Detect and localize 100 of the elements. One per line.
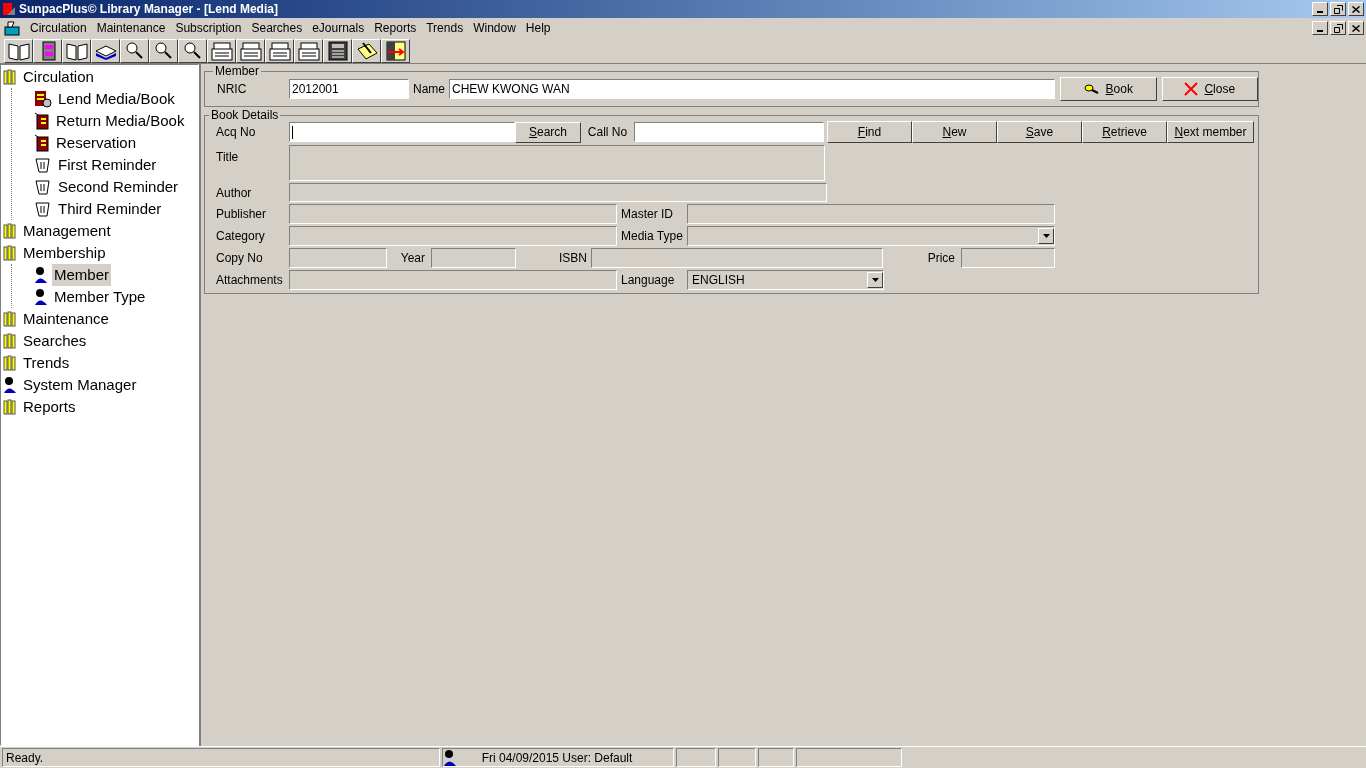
text-field[interactable] bbox=[634, 122, 824, 142]
menu-item[interactable]: Subscription bbox=[170, 19, 247, 37]
field-label: ISBN bbox=[559, 250, 587, 267]
toolbar-button[interactable] bbox=[62, 38, 91, 63]
close-icon bbox=[1352, 24, 1360, 32]
text-field[interactable] bbox=[289, 122, 515, 142]
toolbar-button[interactable] bbox=[294, 38, 323, 63]
toolbar-button[interactable] bbox=[323, 38, 352, 63]
book-icon bbox=[64, 40, 89, 61]
toolbar-button[interactable] bbox=[207, 38, 236, 63]
books-icon bbox=[3, 223, 17, 239]
close-icon bbox=[1352, 5, 1360, 13]
tree-item[interactable]: Reports bbox=[21, 395, 78, 419]
printer-icon bbox=[209, 40, 234, 61]
close-icon bbox=[1184, 82, 1199, 96]
field-label: Year bbox=[400, 250, 425, 267]
toolbar-button[interactable] bbox=[236, 38, 265, 63]
person-icon bbox=[443, 748, 457, 767]
tree-item[interactable]: Trends bbox=[21, 351, 72, 375]
menu-item[interactable]: Circulation bbox=[25, 19, 92, 37]
person-icon bbox=[34, 266, 48, 284]
text-field[interactable] bbox=[289, 248, 387, 268]
minimize-button[interactable] bbox=[1312, 2, 1328, 16]
action-button[interactable]: Next member bbox=[1167, 121, 1254, 143]
tree-item[interactable]: Management bbox=[21, 219, 113, 243]
close-button[interactable] bbox=[1348, 21, 1364, 35]
bin-icon bbox=[34, 200, 52, 218]
menu-item[interactable]: Trends bbox=[421, 19, 469, 37]
toolbar-button[interactable] bbox=[91, 38, 120, 63]
tree-item[interactable]: Circulation bbox=[21, 65, 96, 89]
field-label: Language bbox=[621, 272, 675, 289]
menu-item[interactable]: Reports bbox=[369, 19, 422, 37]
book-icon bbox=[34, 90, 52, 108]
menu-item[interactable]: Maintenance bbox=[91, 19, 171, 37]
field-label: Publisher bbox=[216, 206, 267, 223]
tree-item[interactable]: Third Reminder bbox=[56, 197, 164, 221]
menu-item[interactable]: eJournals bbox=[307, 19, 370, 37]
action-button[interactable]: Save bbox=[997, 121, 1082, 143]
dropdown-field[interactable] bbox=[687, 226, 1055, 246]
printer-icon bbox=[238, 40, 263, 61]
toolbar-button[interactable] bbox=[265, 38, 294, 63]
tree-item[interactable]: First Reminder bbox=[56, 153, 159, 177]
printer-icon bbox=[267, 40, 292, 61]
book-button[interactable]: Book bbox=[1060, 77, 1157, 101]
app-icon bbox=[3, 20, 21, 36]
book-icon bbox=[34, 134, 50, 152]
text-field[interactable] bbox=[289, 204, 617, 224]
toolbar-button[interactable] bbox=[4, 38, 33, 63]
person-icon bbox=[34, 288, 48, 306]
tree-item[interactable]: Second Reminder bbox=[56, 175, 181, 199]
menu-item[interactable]: Help bbox=[520, 19, 556, 37]
toolbar-button[interactable] bbox=[352, 38, 381, 63]
restore-button[interactable] bbox=[1330, 21, 1346, 35]
close-button[interactable] bbox=[1348, 2, 1364, 16]
action-button[interactable]: Find bbox=[827, 121, 912, 143]
tree-item[interactable]: Searches bbox=[21, 329, 89, 353]
field-label: Name bbox=[413, 81, 445, 98]
text-field[interactable] bbox=[591, 248, 883, 268]
toolbar-button[interactable] bbox=[120, 38, 149, 63]
tree-item[interactable]: Lend Media/Book bbox=[56, 87, 177, 111]
text-field[interactable]: 2012001 bbox=[289, 79, 409, 99]
toolbar-button[interactable] bbox=[178, 38, 207, 63]
text-field[interactable]: CHEW KWONG WAN bbox=[449, 79, 1055, 99]
tree-item[interactable]: Membership bbox=[21, 241, 108, 265]
field-label: Acq No bbox=[216, 124, 256, 141]
books-icon bbox=[3, 69, 17, 85]
tree-item[interactable]: Member Type bbox=[52, 285, 148, 309]
text-field[interactable] bbox=[289, 183, 827, 202]
menu-item[interactable]: Searches bbox=[246, 19, 308, 37]
text-field[interactable] bbox=[687, 204, 1055, 224]
menu-item[interactable]: Window bbox=[468, 19, 521, 37]
toolbar-button[interactable] bbox=[33, 38, 62, 63]
dropdown-arrow-icon bbox=[1042, 234, 1050, 238]
minimize-icon bbox=[1317, 30, 1323, 32]
books-icon bbox=[3, 355, 17, 371]
books-icon bbox=[3, 311, 17, 327]
tree-item[interactable]: Return Media/Book bbox=[54, 109, 187, 133]
restore-icon bbox=[1333, 4, 1343, 14]
text-field[interactable] bbox=[961, 248, 1055, 268]
tree-item[interactable]: System Manager bbox=[21, 373, 139, 397]
tree-item[interactable]: Member bbox=[52, 263, 111, 287]
text-field[interactable] bbox=[289, 270, 617, 290]
status-user-pane: Fri 04/09/2015 User: Default bbox=[442, 748, 674, 767]
books-icon bbox=[3, 399, 17, 415]
text-field[interactable] bbox=[431, 248, 516, 268]
tree-item[interactable]: Reservation bbox=[54, 131, 139, 155]
person-icon bbox=[3, 376, 17, 394]
action-button[interactable]: New bbox=[912, 121, 997, 143]
minimize-button[interactable] bbox=[1312, 21, 1328, 35]
text-field[interactable] bbox=[289, 226, 617, 246]
toolbar-button[interactable] bbox=[149, 38, 178, 63]
search-button[interactable]: Search bbox=[515, 121, 581, 143]
title-field[interactable] bbox=[289, 145, 825, 181]
toolbar-button[interactable] bbox=[381, 38, 410, 63]
tree-item[interactable]: Maintenance bbox=[21, 307, 111, 331]
dropdown-field[interactable]: ENGLISH bbox=[687, 270, 884, 290]
restore-button[interactable] bbox=[1330, 2, 1346, 16]
exit-icon bbox=[383, 40, 408, 61]
action-button[interactable]: Retrieve bbox=[1082, 121, 1167, 143]
close-button[interactable]: Close bbox=[1161, 77, 1258, 101]
